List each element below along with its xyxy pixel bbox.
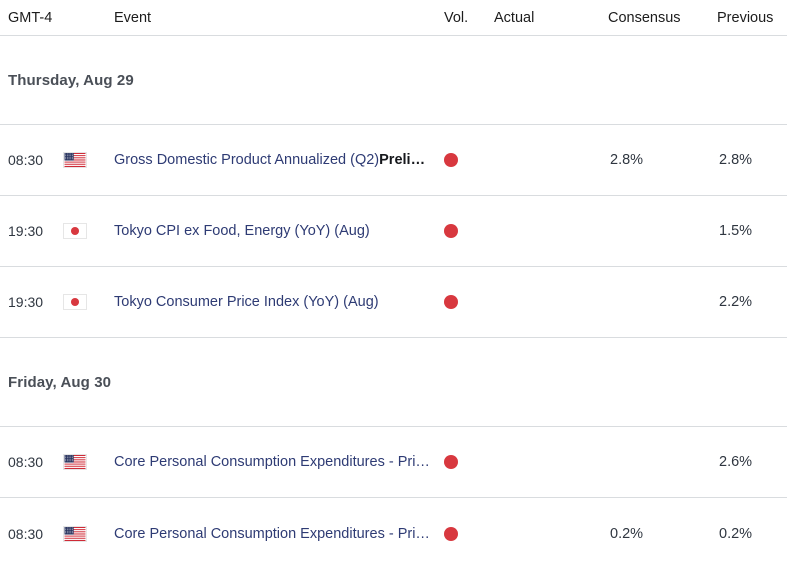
economic-calendar-table: GMT-4 Event Vol. Actual Consensus Previo… bbox=[0, 0, 787, 569]
event-row[interactable]: 08:30 Core Personal Consumption Expenditu… bbox=[0, 498, 787, 569]
country-flag bbox=[58, 525, 114, 542]
column-header-time: GMT-4 bbox=[8, 9, 53, 26]
column-header-volatility: Vol. bbox=[444, 9, 469, 26]
column-header-previous: Previous bbox=[717, 9, 774, 26]
previous-value: 1.5% bbox=[719, 223, 753, 239]
event-row[interactable]: 19:30 Tokyo Consumer Price Index (YoY) (A… bbox=[0, 267, 787, 338]
event-name-suffix: Preli… bbox=[379, 152, 426, 168]
us-flag-icon bbox=[63, 152, 87, 168]
column-header-actual: Actual bbox=[494, 9, 535, 26]
consensus-value: 0.2% bbox=[610, 525, 644, 542]
event-name-cell[interactable]: Tokyo Consumer Price Index (YoY) (Aug) bbox=[114, 294, 444, 310]
volatility-cell bbox=[444, 455, 494, 469]
date-group-header: Thursday, Aug 29 bbox=[0, 36, 787, 125]
calendar-body: Thursday, Aug 29 08:30 Gross Domestic Prod… bbox=[0, 36, 787, 569]
event-time: 19:30 bbox=[8, 294, 44, 310]
consensus-value: 2.8% bbox=[610, 152, 644, 168]
event-name-cell[interactable]: Gross Domestic Product Annualized (Q2)Pr… bbox=[114, 152, 444, 168]
event-name-cell[interactable]: Core Personal Consumption Expenditures -… bbox=[114, 526, 444, 542]
event-name-cell[interactable]: Core Personal Consumption Expenditures -… bbox=[114, 454, 444, 470]
event-name-link[interactable]: Gross Domestic Product Annualized (Q2) bbox=[114, 152, 379, 168]
event-name-link[interactable]: Tokyo Consumer Price Index (YoY) (Aug) bbox=[114, 294, 379, 310]
event-row[interactable]: 08:30 Core Personal Consumption Expenditu… bbox=[0, 427, 787, 498]
high-volatility-dot-icon bbox=[444, 295, 458, 309]
event-time: 19:30 bbox=[8, 223, 44, 239]
previous-value: 2.6% bbox=[719, 454, 753, 470]
high-volatility-dot-icon bbox=[444, 455, 458, 469]
event-row[interactable]: 19:30 Tokyo CPI ex Food, Energy (YoY) (Au… bbox=[0, 196, 787, 267]
jp-flag-icon bbox=[63, 223, 87, 239]
column-header-consensus: Consensus bbox=[608, 9, 681, 26]
high-volatility-dot-icon bbox=[444, 153, 458, 167]
event-row[interactable]: 08:30 Gross Domestic Product Annualized (… bbox=[0, 125, 787, 196]
high-volatility-dot-icon bbox=[444, 526, 458, 541]
date-group-label: Thursday, Aug 29 bbox=[8, 71, 134, 89]
volatility-cell bbox=[444, 153, 494, 167]
country-flag bbox=[58, 294, 114, 310]
event-time: 08:30 bbox=[8, 525, 44, 542]
previous-value: 2.2% bbox=[719, 294, 753, 310]
table-header-row: GMT-4 Event Vol. Actual Consensus Previo… bbox=[0, 0, 787, 36]
volatility-cell bbox=[444, 224, 494, 238]
volatility-cell bbox=[444, 295, 494, 309]
column-header-event: Event bbox=[114, 9, 152, 26]
country-flag bbox=[58, 152, 114, 168]
date-group-label: Friday, Aug 30 bbox=[8, 373, 112, 391]
country-flag bbox=[58, 454, 114, 470]
event-time: 08:30 bbox=[8, 152, 44, 168]
event-name-link[interactable]: Core Personal Consumption Expenditures -… bbox=[114, 454, 430, 470]
previous-value: 2.8% bbox=[719, 152, 753, 168]
jp-flag-icon bbox=[63, 294, 87, 310]
event-name-cell[interactable]: Tokyo CPI ex Food, Energy (YoY) (Aug) bbox=[114, 223, 444, 239]
high-volatility-dot-icon bbox=[444, 224, 458, 238]
event-name-link[interactable]: Core Personal Consumption Expenditures -… bbox=[114, 526, 430, 542]
us-flag-icon bbox=[63, 454, 87, 470]
event-time: 08:30 bbox=[8, 454, 44, 470]
date-group-header: Friday, Aug 30 bbox=[0, 338, 787, 427]
previous-value: 0.2% bbox=[719, 525, 753, 542]
us-flag-icon bbox=[63, 525, 87, 542]
event-name-link[interactable]: Tokyo CPI ex Food, Energy (YoY) (Aug) bbox=[114, 223, 370, 239]
country-flag bbox=[58, 223, 114, 239]
volatility-cell bbox=[444, 526, 494, 541]
